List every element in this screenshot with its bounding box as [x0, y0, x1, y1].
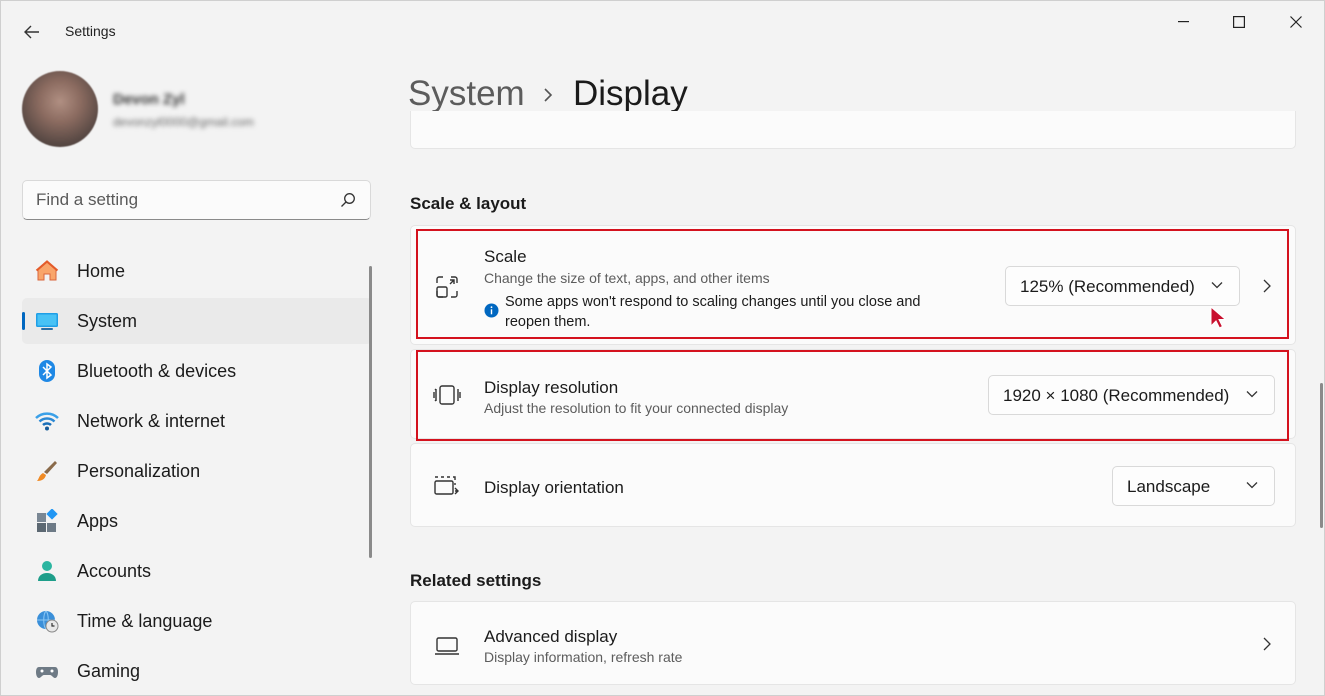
maximize-button[interactable] [1216, 7, 1262, 37]
advanced-display-card[interactable]: Advanced display Display information, re… [410, 601, 1296, 685]
monitor-icon [435, 637, 459, 655]
display-orientation-card[interactable]: Display orientation Landscape [410, 443, 1296, 527]
resolution-title: Display resolution [484, 378, 619, 397]
resolution-dropdown[interactable]: 1920 × 1080 (Recommended) [988, 375, 1275, 415]
orientation-dropdown[interactable]: Landscape [1112, 466, 1275, 506]
home-icon [35, 259, 59, 283]
breadcrumb-parent[interactable]: System [408, 74, 525, 114]
back-button[interactable] [15, 15, 49, 49]
close-icon [1290, 16, 1302, 28]
chevron-down-icon [1246, 482, 1258, 489]
sidebar-item-bluetooth[interactable]: Bluetooth & devices [22, 348, 372, 394]
resolution-dropdown-value: 1920 × 1080 (Recommended) [1003, 386, 1230, 405]
search-icon[interactable] [340, 192, 356, 208]
app-title: Settings [65, 23, 116, 39]
sidebar-item-label: Bluetooth & devices [77, 360, 237, 381]
title-bar: Settings [1, 1, 1324, 45]
controller-icon [35, 659, 59, 683]
orientation-title: Display orientation [484, 478, 624, 497]
sidebar-item-apps[interactable]: Apps [22, 498, 372, 544]
settings-window: Settings Devon Zyl devonzyl0000@gmail.co… [0, 0, 1325, 696]
sidebar-item-label: Personalization [77, 460, 201, 481]
display-resolution-card[interactable]: Display resolution Adjust the resolution… [410, 349, 1296, 439]
scale-icon [436, 276, 458, 298]
chevron-down-icon [1246, 391, 1258, 398]
breadcrumb-chevron-icon [544, 88, 553, 102]
sidebar-item-network[interactable]: Network & internet [22, 398, 372, 444]
sidebar-item-label: System [77, 310, 138, 331]
orientation-dropdown-value: Landscape [1127, 477, 1211, 496]
scale-title: Scale [484, 247, 527, 266]
minimize-button[interactable] [1161, 7, 1207, 37]
bluetooth-icon [35, 359, 59, 383]
sidebar-item-label: Home [77, 260, 126, 281]
chevron-right-icon[interactable] [1259, 636, 1275, 652]
scale-subtitle: Change the size of text, apps, and other… [484, 270, 770, 286]
profile-name: Devon Zyl [113, 91, 185, 108]
sidebar-item-gaming[interactable]: Gaming [22, 648, 372, 694]
sidebar-item-system[interactable]: System [22, 298, 372, 344]
section-title-related-settings: Related settings [410, 571, 542, 590]
wifi-icon [35, 409, 59, 433]
sidebar-item-personalization[interactable]: Personalization [22, 448, 372, 494]
sidebar-scrollbar[interactable] [369, 266, 372, 558]
maximize-icon [1233, 16, 1245, 28]
scale-dropdown[interactable]: 125% (Recommended) [1005, 266, 1240, 306]
info-icon [484, 303, 499, 318]
scale-info-text: Some apps won't respond to scaling chang… [505, 294, 921, 330]
chevron-right-icon[interactable] [1259, 278, 1275, 294]
search-input[interactable] [36, 190, 336, 210]
sidebar-item-label: Apps [77, 510, 119, 531]
scale-dropdown-value: 125% (Recommended) [1020, 277, 1195, 296]
sidebar-item-time-language[interactable]: Time & language [22, 598, 372, 644]
back-arrow-icon [24, 25, 39, 39]
sidebar-item-label: Time & language [77, 610, 213, 631]
advanced-display-title: Advanced display [484, 627, 618, 646]
globe-clock-icon [35, 609, 59, 633]
profile-email: devonzyl0000@gmail.com [113, 115, 254, 129]
sidebar-item-accounts[interactable]: Accounts [22, 548, 372, 594]
mouse-cursor-icon [1210, 306, 1226, 329]
sidebar-item-home[interactable]: Home [22, 248, 372, 294]
brush-icon [35, 459, 59, 483]
search-box[interactable] [22, 180, 371, 220]
advanced-display-subtitle: Display information, refresh rate [484, 649, 683, 665]
person-icon [35, 559, 59, 583]
sidebar-nav: Home System Bluetooth & devices Network … [22, 248, 372, 695]
sidebar-item-label: Network & internet [77, 410, 226, 431]
previous-settings-card [410, 111, 1296, 149]
avatar[interactable] [22, 71, 98, 147]
close-button[interactable] [1273, 7, 1319, 37]
sidebar-item-label: Gaming [77, 660, 141, 681]
resolution-icon [433, 385, 461, 405]
resolution-subtitle: Adjust the resolution to fit your connec… [484, 400, 789, 416]
scale-card[interactable]: Scale Change the size of text, apps, and… [410, 225, 1296, 345]
section-title-scale-layout: Scale & layout [410, 194, 527, 213]
chevron-down-icon [1211, 282, 1223, 289]
orientation-icon [434, 476, 459, 495]
system-icon [35, 309, 59, 333]
minimize-icon [1178, 21, 1189, 23]
apps-icon [35, 509, 59, 533]
sidebar-item-label: Accounts [77, 560, 152, 581]
main-scrollbar[interactable] [1320, 383, 1323, 528]
page-title: Display [573, 74, 688, 113]
